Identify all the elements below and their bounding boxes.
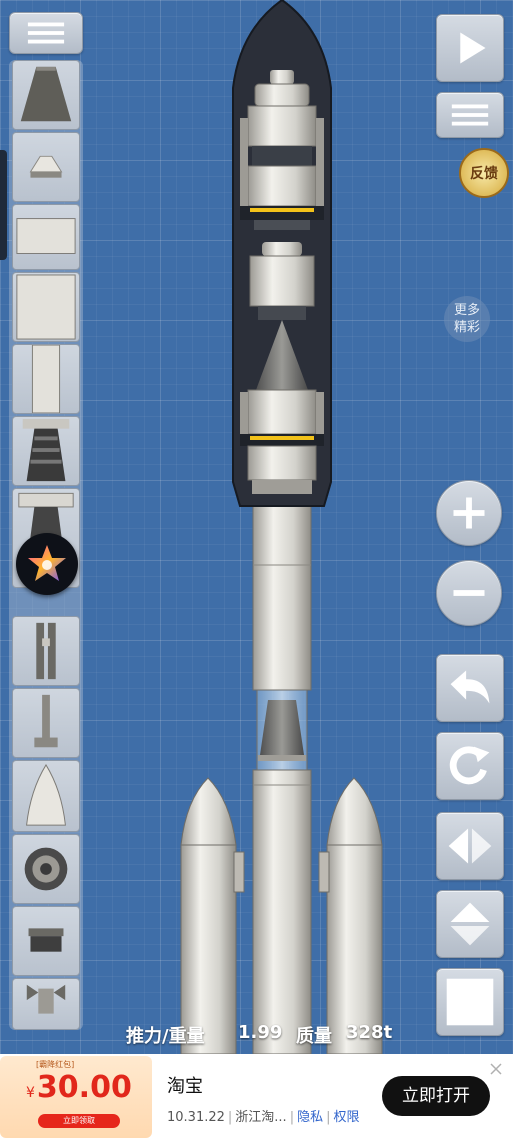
side-drawer-handle[interactable] <box>0 150 7 260</box>
ad-meta: 10.31.22 | 浙江淘... | 隐私 | 权限 <box>167 1110 360 1125</box>
coupon-currency: ¥ <box>26 1085 35 1101</box>
hamburger-icon <box>27 22 65 44</box>
permission-link[interactable]: 权限 <box>333 1110 359 1125</box>
zoom-in-button[interactable] <box>436 480 502 546</box>
undo-icon <box>450 670 490 704</box>
more-line2: 精彩 <box>453 320 480 335</box>
flip-horizontal-icon <box>448 828 492 864</box>
rotate-icon <box>449 746 490 785</box>
star-icon <box>28 545 66 581</box>
feedback-label: 反馈 <box>470 166 498 182</box>
ad-app-title: 淘宝 <box>167 1076 203 1097</box>
feedback-button[interactable]: 反馈 <box>459 148 509 198</box>
open-app-button[interactable]: 立即打开 <box>382 1076 490 1116</box>
stats-bar: 推力/重量 1.99 质量 328t <box>0 1022 513 1048</box>
tank-short-part[interactable] <box>12 204 80 270</box>
twr-value: 1.99 <box>238 1022 283 1043</box>
ad-version: 10.31.22 <box>167 1110 225 1125</box>
privacy-link[interactable]: 隐私 <box>297 1110 323 1125</box>
more-button[interactable]: 更多 精彩 <box>444 296 490 342</box>
tank-tall-part[interactable] <box>12 272 80 342</box>
undo-button[interactable] <box>436 654 504 722</box>
mass-value: 328t <box>346 1022 393 1043</box>
close-icon[interactable] <box>487 1060 505 1078</box>
minus-icon <box>453 590 485 596</box>
menu-button[interactable] <box>9 12 83 54</box>
flip-horizontal-button[interactable] <box>436 812 504 880</box>
lower-capsule <box>240 389 324 494</box>
separator-part[interactable] <box>12 616 80 686</box>
left-booster <box>180 777 245 1054</box>
list-icon <box>451 104 489 126</box>
fuel-pipe-part[interactable] <box>12 760 80 832</box>
coupon-amount: 30.00 <box>36 1070 132 1105</box>
play-button[interactable] <box>436 14 504 82</box>
coupon-card[interactable]: [霸降红包] ¥30.00 立即领取 <box>0 1056 152 1138</box>
flip-vertical-icon <box>450 902 490 946</box>
fairing-part[interactable] <box>12 834 80 904</box>
docking-port-part[interactable] <box>12 906 80 976</box>
strut-part[interactable] <box>12 688 80 758</box>
twr-label: 推力/重量 <box>126 1026 205 1047</box>
coupon-tag: [霸降红包] <box>36 1060 75 1069</box>
list-button[interactable] <box>436 92 504 138</box>
small-cone-part[interactable] <box>12 132 80 202</box>
tank-slim-part[interactable] <box>12 344 80 414</box>
plus-icon <box>453 497 485 529</box>
flip-vertical-button[interactable] <box>436 890 504 958</box>
ad-developer: 浙江淘... <box>235 1110 287 1125</box>
coupon-price: ¥30.00 <box>26 1070 132 1105</box>
engine-large-part[interactable] <box>12 416 80 486</box>
coupon-claim-button[interactable]: 立即领取 <box>38 1114 120 1128</box>
more-line1: 更多 <box>453 303 480 318</box>
right-booster <box>318 777 383 1054</box>
ad-banner[interactable]: [霸降红包] ¥30.00 立即领取 淘宝 10.31.22 | 浙江淘... | 隐私… <box>0 1054 513 1140</box>
star-app-badge[interactable] <box>16 533 78 595</box>
rotate-button[interactable] <box>436 732 504 800</box>
mass-label: 质量 <box>296 1026 332 1047</box>
zoom-out-button[interactable] <box>436 560 502 626</box>
play-icon <box>460 32 486 64</box>
nose-cone-part[interactable] <box>12 60 80 130</box>
